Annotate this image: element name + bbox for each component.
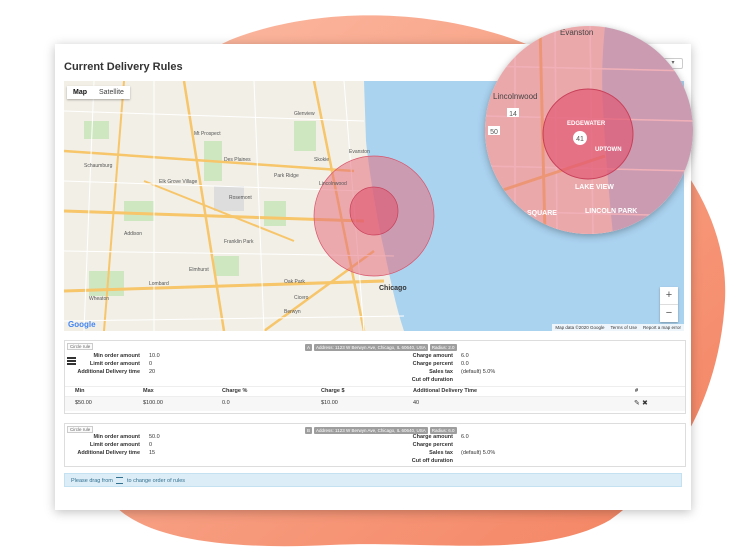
rule-type-tag: Circle rule <box>67 426 94 433</box>
rule-letter-badge: A <box>305 344 313 351</box>
delivery-time-value: 20 <box>149 369 156 375</box>
svg-text:50: 50 <box>490 129 498 136</box>
inset-label: UPTOWN <box>595 147 622 153</box>
report-error-link[interactable]: Report a map error <box>643 325 681 330</box>
map-label: Skokie <box>314 157 330 163</box>
rule-letter-badge: B <box>305 427 313 434</box>
table-row: $50.00 $100.00 0.0 $10.00 40 ✎ ✖ <box>65 397 685 411</box>
map-label: Des Plaines <box>224 157 251 163</box>
map-type-control: Map Satellite <box>67 86 130 99</box>
min-order-label: Min order amount <box>93 434 140 440</box>
inset-label: Evanston <box>560 28 594 37</box>
svg-text:41: 41 <box>576 136 584 143</box>
charge-percent-label: Charge percent <box>412 442 453 448</box>
map-zoom-inset: 41 14 50 Lincolnwood EDGEWATER UPTOWN LA… <box>485 26 693 234</box>
info-suffix: to change order of rules <box>126 478 186 484</box>
sales-tax-value: (default) 5.0% <box>461 369 496 375</box>
zoom-in-button[interactable]: + <box>660 287 678 304</box>
address-badge: Address: 1123 W Berwyn Ave, Chicago, IL … <box>314 427 428 434</box>
map-attribution: Map data ©2020 Google Terms of Use Repor… <box>552 324 684 331</box>
table-header: # <box>635 388 639 394</box>
map-label: Addison <box>124 231 143 237</box>
map-tab[interactable]: Map <box>67 86 93 99</box>
zoom-control: + − <box>660 287 678 322</box>
map-label: Oak Park <box>284 279 305 285</box>
delivery-time-value: 15 <box>149 450 156 456</box>
map-label-chicago: Chicago <box>379 285 407 292</box>
rule-card-a: Circle rule A Address: 1123 W Berwyn Ave… <box>64 340 686 414</box>
address-badge: Address: 1123 W Berwyn Ave, Chicago, IL … <box>314 344 428 351</box>
table-header: Max <box>143 388 154 394</box>
map-label: Franklin Park <box>224 239 254 245</box>
terms-link[interactable]: Terms of Use <box>610 325 637 330</box>
inset-label: Lincolnwood <box>493 92 538 101</box>
rule-address: A Address: 1123 W Berwyn Ave, Chicago, I… <box>305 344 457 351</box>
table-cell: 0.0 <box>222 400 230 406</box>
charge-amount-value: 6.0 <box>461 434 469 440</box>
min-order-label: Min order amount <box>93 353 140 359</box>
table-cell: 40 <box>413 400 420 406</box>
table-header: Min <box>75 388 85 394</box>
map-label: Rosemont <box>229 195 252 201</box>
charge-amount-value: 6.0 <box>461 353 469 359</box>
map-label: Glenview <box>294 111 315 117</box>
map-label: Lombard <box>149 281 169 287</box>
inset-label: SQUARE <box>527 210 557 217</box>
rule-address: B Address: 1123 W Berwyn Ave, Chicago, I… <box>305 427 457 434</box>
charge-percent-label: Charge percent <box>412 361 453 367</box>
map-label: Park Ridge <box>274 173 299 179</box>
delivery-time-label: Additional Delivery time <box>77 450 140 456</box>
table-cell: $10.00 <box>321 400 338 406</box>
min-order-value: 10.0 <box>149 353 160 359</box>
page-title: Current Delivery Rules <box>64 61 183 73</box>
map-label: Evanston <box>349 149 370 155</box>
inset-label: EDGEWATER <box>567 121 606 127</box>
table-header: Charge % <box>222 388 248 394</box>
map-label: Wheaton <box>89 296 110 302</box>
zoom-inset-map: 41 14 50 <box>485 26 693 234</box>
sales-tax-label: Sales tax <box>429 450 453 456</box>
drag-handle-icon <box>116 477 124 485</box>
svg-text:14: 14 <box>509 111 517 118</box>
map-label: Elmhurst <box>189 267 209 273</box>
edit-icon[interactable]: ✎ <box>634 399 640 407</box>
map-label: Cicero <box>294 295 309 301</box>
rule-type-tag: Circle rule <box>67 343 94 350</box>
charge-amount-label: Charge amount <box>412 434 453 440</box>
map-label: Mt Prospect <box>194 131 221 137</box>
drag-info-alert: Please drag from to change order of rule… <box>64 473 682 487</box>
table-header: Additional Delivery Time <box>413 388 478 394</box>
charge-amount-label: Charge amount <box>412 353 453 359</box>
limit-order-label: Limit order amount <box>89 361 140 367</box>
table-header: Charge $ <box>321 388 345 394</box>
sales-tax-label: Sales tax <box>429 369 453 375</box>
rule-card-b: Circle rule B Address: 1123 W Berwyn Ave… <box>64 423 686 467</box>
satellite-tab[interactable]: Satellite <box>93 86 130 99</box>
cutoff-label: Cut off duration <box>411 458 453 464</box>
charge-percent-value: 0.0 <box>461 361 469 367</box>
limit-order-value: 0 <box>149 361 153 367</box>
table-cell: $100.00 <box>143 400 163 406</box>
cutoff-label: Cut off duration <box>411 377 453 383</box>
table-cell: $50.00 <box>75 400 92 406</box>
info-prefix: Please drag from <box>71 478 113 484</box>
zoom-out-button[interactable]: − <box>660 304 678 322</box>
radius-badge: Radius: 6.0 <box>429 427 457 434</box>
radius-badge: Radius: 2.0 <box>429 344 457 351</box>
map-label: Schaumburg <box>84 163 113 169</box>
map-data-text: Map data ©2020 Google <box>555 325 605 330</box>
min-order-value: 50.0 <box>149 434 160 440</box>
map-label: Elk Grove Village <box>159 179 198 185</box>
map-label: Lincolnwood <box>319 181 347 187</box>
delete-icon[interactable]: ✖ <box>642 399 648 407</box>
limit-order-value: 0 <box>149 442 153 448</box>
map-label: Berwyn <box>284 309 301 315</box>
inset-label: LINCOLN PARK <box>585 208 638 215</box>
google-logo: Google <box>68 320 96 329</box>
limit-order-label: Limit order amount <box>89 442 140 448</box>
sales-tax-value: (default) 5.0% <box>461 450 496 456</box>
inset-label: LAKE VIEW <box>575 184 614 191</box>
delivery-time-label: Additional Delivery time <box>77 369 140 375</box>
